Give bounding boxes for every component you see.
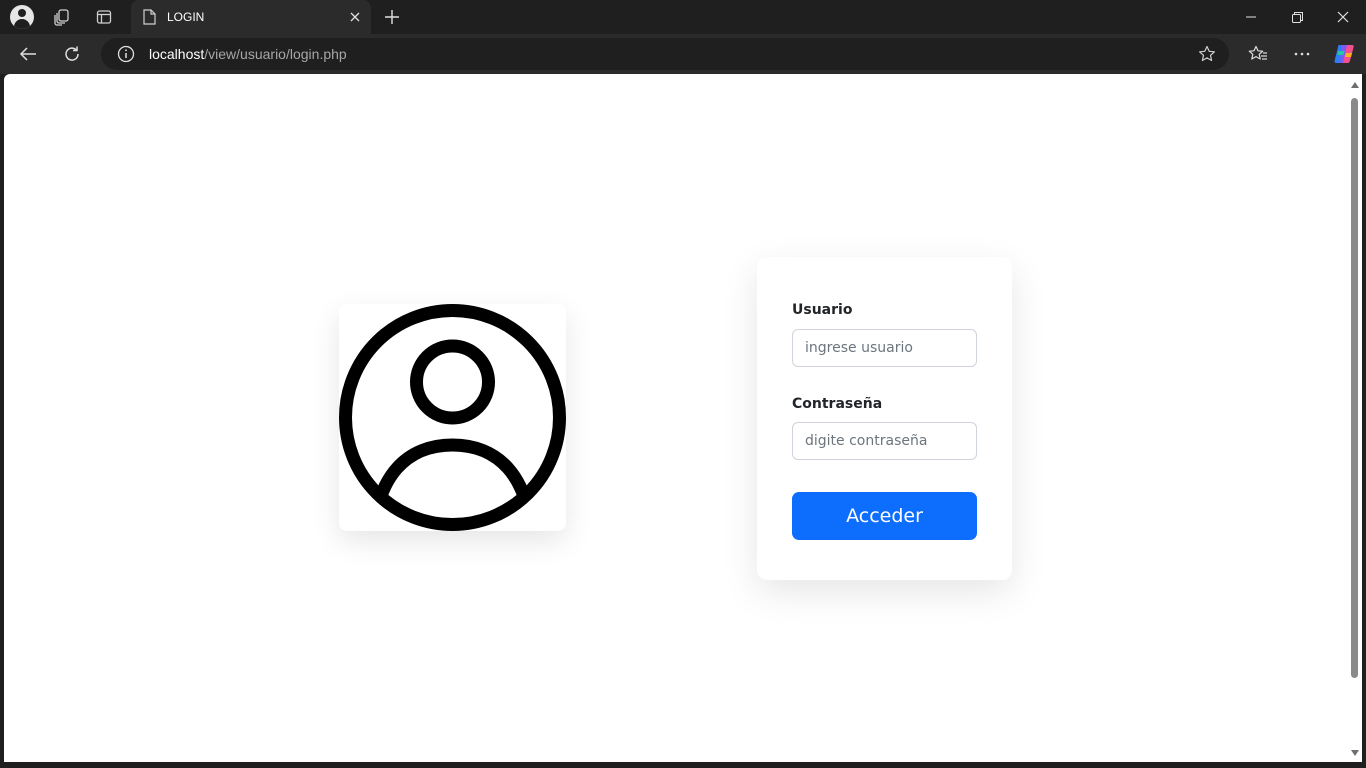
copilot-button[interactable] [1328,38,1360,70]
password-label: Contraseña [792,396,883,412]
back-button[interactable] [12,38,44,70]
url-host: localhost [149,46,205,62]
scroll-up-icon[interactable] [1351,82,1359,88]
back-arrow-icon [19,47,36,61]
star-icon[interactable] [1197,44,1217,64]
settings-menu-button[interactable] [1286,38,1318,70]
close-tab-button[interactable] [343,5,367,29]
close-icon [1337,11,1349,23]
refresh-button[interactable] [56,38,88,70]
minimize-button[interactable] [1228,0,1274,34]
copilot-icon [1334,45,1354,63]
restore-button[interactable] [1274,0,1320,34]
address-bar[interactable]: localhost/view/usuario/login.php [101,38,1229,70]
vertical-tabs-icon [96,10,112,24]
close-window-button[interactable] [1320,0,1366,34]
tab-strip: LOGIN [0,0,1366,34]
tab-title: LOGIN [167,10,205,24]
username-input[interactable] [792,329,977,367]
username-label: Usuario [792,302,853,318]
favorites-button[interactable] [1242,38,1274,70]
new-tab-button[interactable] [374,2,410,32]
browser-toolbar: localhost/view/usuario/login.php [0,34,1366,74]
url-text[interactable]: localhost/view/usuario/login.php [149,46,347,62]
tab-login[interactable]: LOGIN [131,0,371,34]
info-icon[interactable] [117,45,135,63]
page-icon [141,9,157,25]
submit-button[interactable]: Acceder [792,492,977,540]
url-path: /view/usuario/login.php [204,46,347,62]
profile-icon [10,5,34,29]
favorites-icon [1248,45,1267,60]
password-input[interactable] [792,422,977,460]
plus-icon [385,10,399,24]
scrollbar-thumb[interactable] [1351,98,1358,678]
vertical-scrollbar[interactable] [1348,74,1362,762]
profile-button[interactable] [4,2,40,32]
workspaces-icon [54,9,69,26]
restore-icon [1291,11,1303,23]
page-viewport: Usuario Contraseña Acceder [4,74,1348,762]
avatar-card [339,304,566,531]
more-icon [1294,52,1310,56]
vertical-tabs-button[interactable] [86,2,122,32]
close-icon [350,12,360,22]
login-card: Usuario Contraseña Acceder [757,257,1012,580]
user-circle-icon [339,304,566,531]
workspaces-button[interactable] [44,2,80,32]
minimize-icon [1246,16,1256,18]
refresh-icon [65,46,79,61]
scroll-down-icon[interactable] [1351,750,1359,756]
